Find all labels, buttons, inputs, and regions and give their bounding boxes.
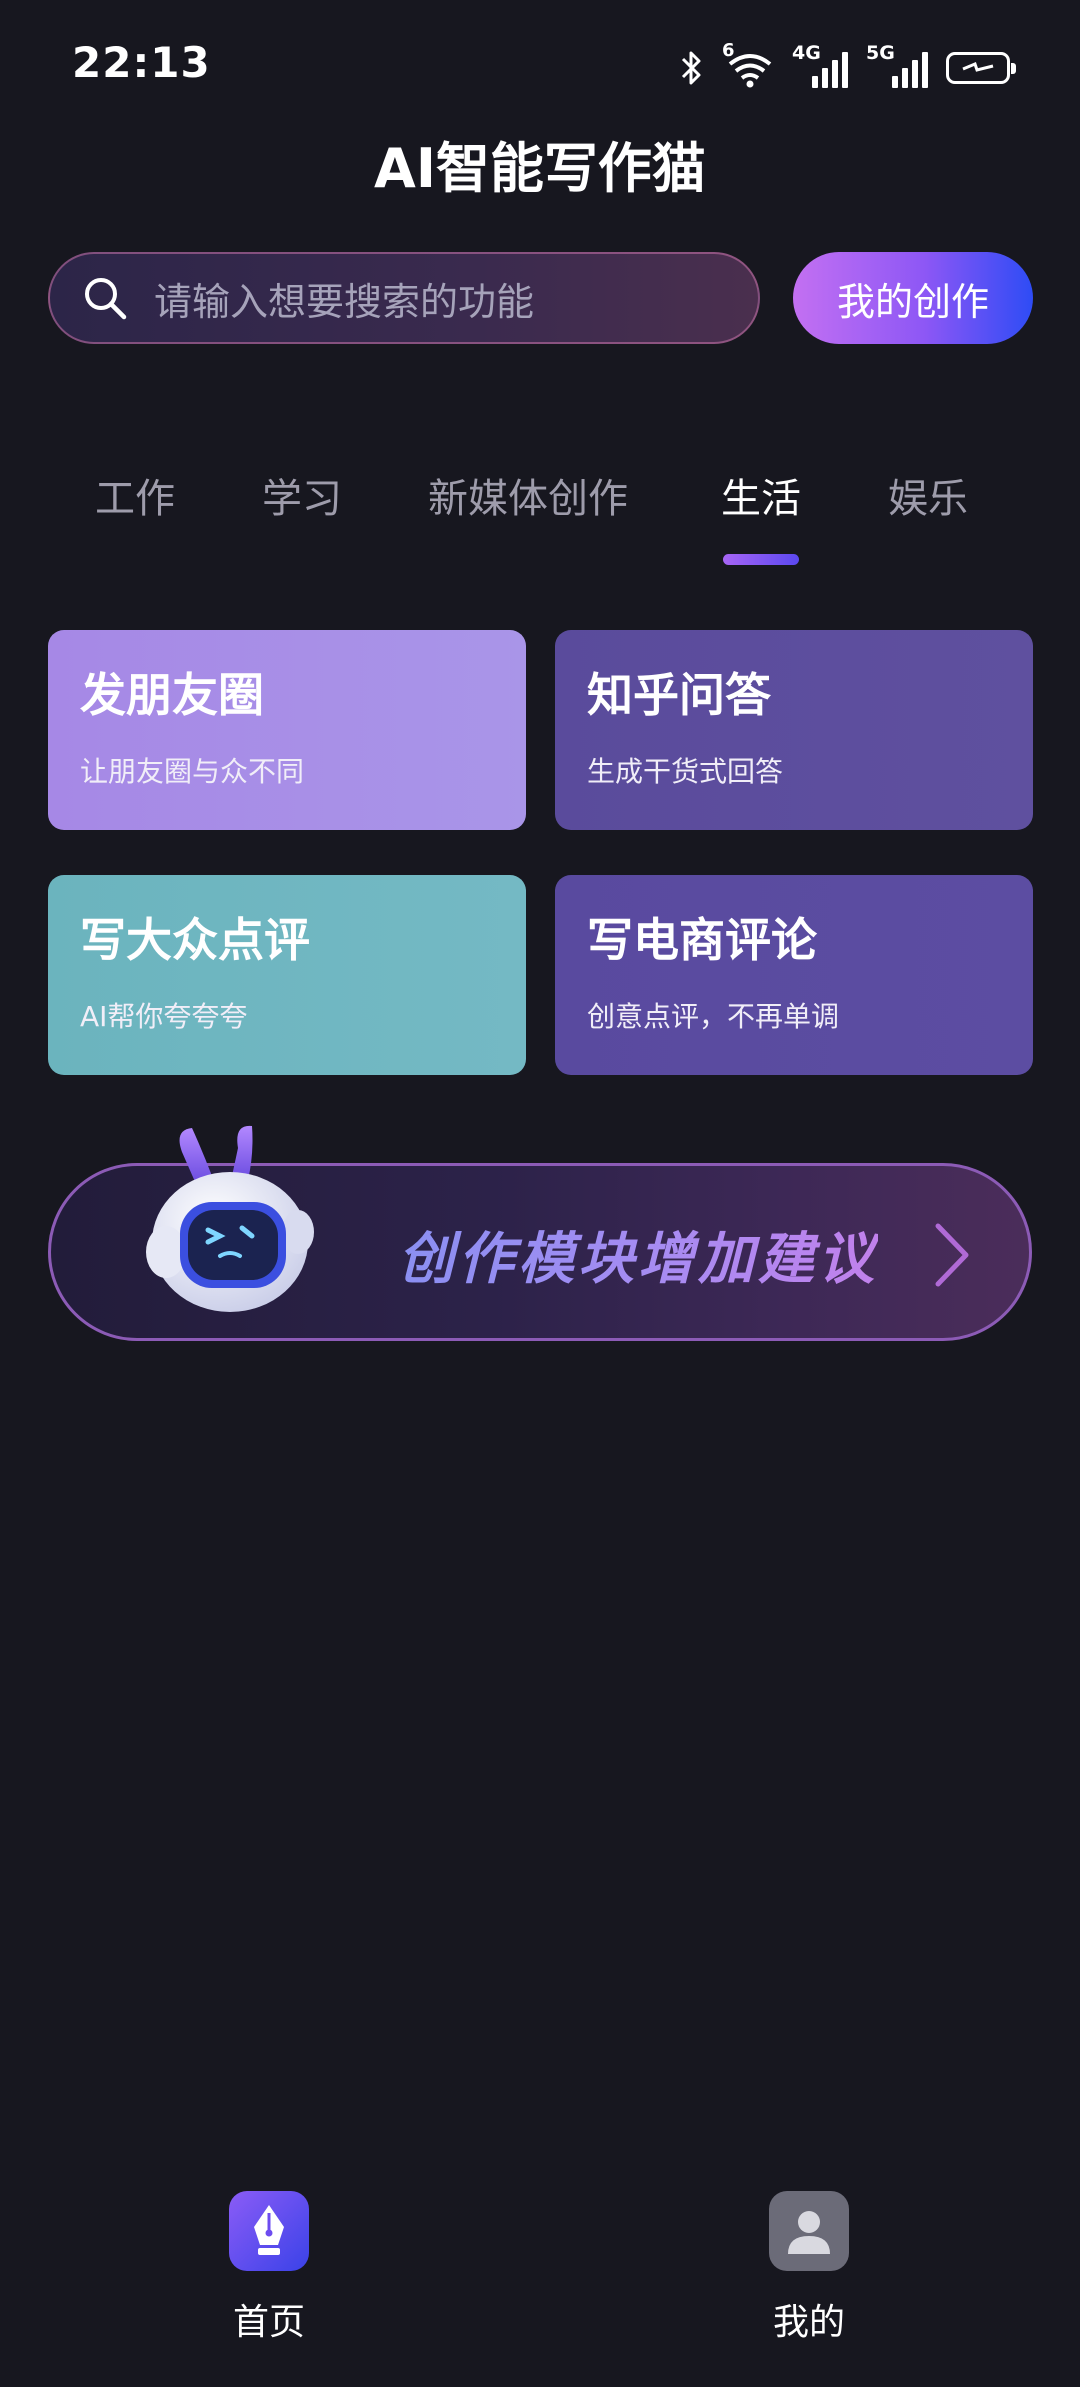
card-title: 写电商评论 [587, 913, 817, 967]
battery-charging-icon [946, 52, 1016, 84]
nav-home-label[interactable]: 首页 [169, 2293, 369, 2345]
tab-active-indicator [723, 554, 799, 565]
search-icon [85, 278, 127, 320]
nav-mine-label[interactable]: 我的 [709, 2293, 909, 2345]
suggestion-label: 创作模块增加建议 [398, 1214, 878, 1295]
status-icons: 6 4G 5G [680, 40, 1016, 90]
status-time: 22:13 [72, 38, 211, 87]
bluetooth-icon [681, 51, 701, 85]
user-icon [788, 2211, 830, 2254]
nav-mine-button[interactable] [769, 2191, 849, 2271]
card-subtitle: 让朋友圈与众不同 [80, 755, 305, 788]
app-title: AI智能写作猫 [374, 137, 706, 200]
chevron-right-icon [935, 1223, 969, 1287]
tab-life[interactable]: 生活 [721, 466, 801, 524]
card-dianping-review[interactable]: 写大众点评 AI帮你夸夸夸 [48, 875, 526, 1075]
search-placeholder: 请输入想要搜索的功能 [154, 279, 535, 324]
network-type-4g: 4G [792, 42, 821, 64]
tab-entertainment[interactable]: 娱乐 [888, 466, 968, 524]
card-subtitle: 生成干货式回答 [587, 755, 784, 788]
card-ecommerce-review[interactable]: 写电商评论 创意点评，不再单调 [555, 875, 1033, 1075]
card-subtitle: 创意点评，不再单调 [587, 1000, 840, 1033]
card-subtitle: AI帮你夸夸夸 [80, 1000, 248, 1033]
robot-mascot-icon [146, 1125, 314, 1312]
nav-home-button[interactable] [229, 2191, 309, 2271]
pen-nib-icon [254, 2205, 284, 2255]
network-type-5g: 5G [866, 42, 895, 64]
wifi-icon: 6 [722, 40, 774, 88]
card-moments[interactable]: 发朋友圈 让朋友圈与众不同 [48, 630, 526, 830]
signal-5g-icon: 5G [866, 42, 928, 88]
card-zhihu-qa[interactable]: 知乎问答 生成干货式回答 [555, 630, 1033, 830]
signal-4g-icon: 4G [792, 42, 848, 88]
card-title: 发朋友圈 [80, 668, 264, 722]
my-creation-button[interactable]: 我的创作 [793, 252, 1033, 344]
tab-new-media[interactable]: 新媒体创作 [428, 466, 628, 524]
card-title: 写大众点评 [80, 913, 310, 967]
tab-study[interactable]: 学习 [262, 466, 342, 524]
card-title: 知乎问答 [587, 668, 771, 722]
search-input[interactable]: 请输入想要搜索的功能 [48, 252, 760, 344]
tab-work[interactable]: 工作 [95, 466, 175, 524]
